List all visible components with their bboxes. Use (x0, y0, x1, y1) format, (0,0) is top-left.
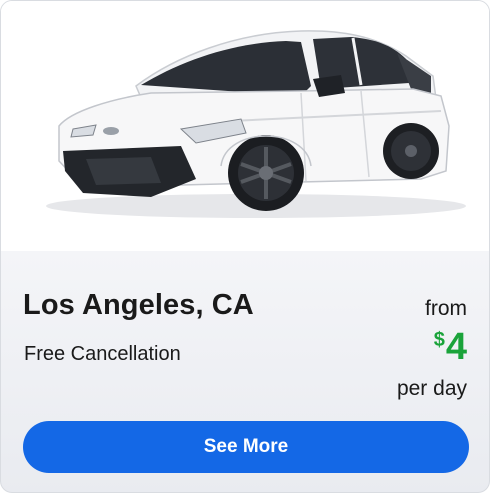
price-suffix: per day (396, 377, 467, 400)
see-more-button[interactable]: See More (23, 421, 469, 473)
car-illustration (46, 30, 466, 218)
cancellation-policy: Free Cancellation (24, 343, 181, 365)
price-amount: $4 (434, 325, 467, 369)
price-prefix: from (425, 297, 467, 320)
price-value: 4 (445, 326, 467, 368)
currency-symbol: $ (433, 329, 445, 351)
car-image (1, 1, 489, 251)
car-rental-card[interactable]: Los Angeles, CA Free Cancellation from $… (0, 0, 490, 493)
location-title: Los Angeles, CA (23, 289, 254, 321)
